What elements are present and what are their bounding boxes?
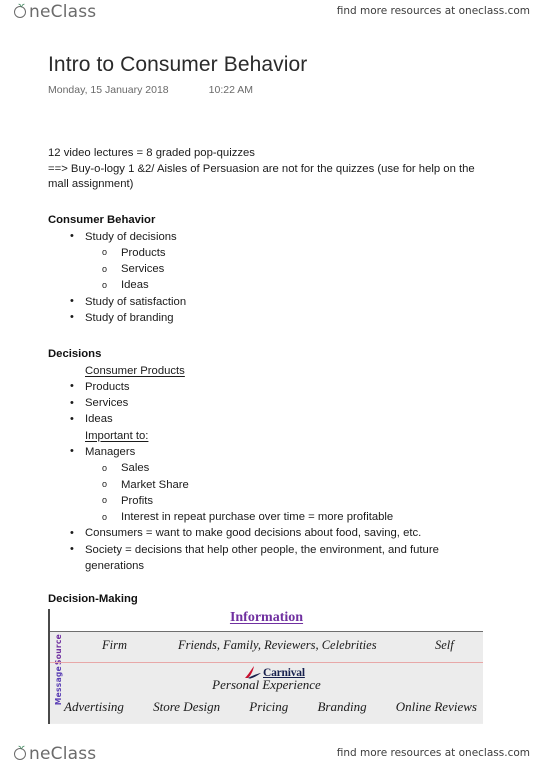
list-item: Interest in repeat purchase over time = … — [85, 509, 496, 526]
bullet-list: Study of decisions Products Services Ide… — [48, 228, 496, 327]
sub-bullet-list: Sales Market Share Profits Interest in r… — [85, 460, 496, 525]
list-lead-label: Consumer Products — [48, 363, 496, 379]
section-heading: Decisions — [48, 348, 102, 360]
section-heading: Consumer Behavior — [48, 214, 156, 226]
list-item: Profits — [85, 492, 496, 509]
list-item: Services — [85, 261, 496, 278]
decision-making-diagram: Information Source Message Firm Friends,… — [48, 609, 483, 724]
diagram-header-label: Information — [229, 610, 304, 625]
header-tagline: find more resources at oneclass.com — [336, 5, 530, 17]
list-lead-label-2: Important to: — [48, 428, 496, 444]
page-footer: neClass find more resources at oneclass.… — [0, 736, 544, 766]
intro-line-2: ==> Buy-o-logy 1 &2/ Aisles of Persuasio… — [48, 162, 475, 191]
note-meta: Monday, 15 January 2018 10:22 AM — [48, 84, 496, 96]
page-header: neClass find more resources at oneclass.… — [0, 0, 544, 30]
personal-experience-label: Personal Experience — [212, 677, 321, 692]
list-item: Products — [48, 378, 496, 395]
underlined-text: Consumer Products — [85, 364, 185, 377]
list-item: Ideas — [85, 277, 496, 294]
list-item: Ideas — [48, 411, 496, 428]
note-body: Intro to Consumer Behavior Monday, 15 Ja… — [48, 52, 496, 605]
section-decision-making: Decision-Making — [48, 592, 496, 608]
leaf-icon — [18, 3, 25, 8]
intro-block: 12 video lectures = 8 graded pop-quizzes… — [48, 146, 496, 193]
diagram-body: Source Message Firm Friends, Family, Rev… — [50, 632, 483, 723]
oneclass-logo: neClass — [14, 2, 96, 22]
diagram-channels-row: Advertising Store Design Pricing Brandin… — [50, 699, 483, 715]
logo-wordmark: neClass — [29, 744, 97, 764]
source-cell-self: Self — [435, 638, 454, 652]
channel-item: Branding — [317, 699, 367, 714]
oneclass-logo-footer: neClass — [14, 744, 96, 764]
list-item: Study of decisions Products Services Ide… — [48, 228, 496, 294]
channel-item: Advertising — [64, 699, 124, 714]
logo-o-glyph — [14, 2, 28, 22]
list-item: Society = decisions that help other peop… — [48, 541, 496, 575]
source-cell-firm: Firm — [102, 638, 127, 652]
diagram-row-source: Firm Friends, Family, Reviewers, Celebri… — [50, 632, 483, 663]
intro-line-1: 12 video lectures = 8 graded pop-quizzes — [48, 147, 255, 159]
channel-item: Pricing — [249, 699, 289, 714]
sub-bullet-list: Products Services Ideas — [85, 244, 496, 294]
channel-item: Store Design — [153, 699, 221, 714]
section-consumer-behavior: Consumer Behavior Study of decisions Pro… — [48, 213, 496, 326]
document-page: neClass find more resources at oneclass.… — [0, 0, 544, 770]
note-time: 10:22 AM — [208, 84, 254, 96]
list-item: Products — [85, 244, 496, 261]
list-item: Sales — [85, 460, 496, 477]
bullet-list: Consumer Products Products Services Idea… — [48, 363, 496, 575]
channel-item: Online Reviews — [395, 699, 477, 714]
note-date: Monday, 15 January 2018 — [48, 84, 169, 96]
footer-tagline: find more resources at oneclass.com — [336, 747, 530, 759]
logo-o-glyph — [14, 744, 28, 764]
diagram-row-message: Carnival Personal Experience Advertising… — [50, 663, 483, 723]
underlined-text: Important to: — [85, 429, 149, 442]
list-item: Study of satisfaction — [48, 293, 496, 310]
page-title: Intro to Consumer Behavior — [48, 53, 308, 76]
section-heading: Decision-Making — [48, 593, 138, 605]
section-decisions: Decisions Consumer Products Products Ser… — [48, 347, 496, 574]
list-item: Market Share — [85, 476, 496, 493]
list-item: Managers Sales Market Share Profits Inte… — [48, 443, 496, 525]
source-cell-friends: Friends, Family, Reviewers, Celebrities — [178, 638, 377, 652]
diagram-header-row: Information — [50, 609, 483, 632]
leaf-icon — [18, 745, 25, 750]
list-item-label: Study of decisions — [85, 230, 177, 243]
list-item: Services — [48, 395, 496, 412]
list-item: Consumers = want to make good decisions … — [48, 525, 496, 542]
list-item-label: Managers — [85, 445, 136, 458]
logo-wordmark: neClass — [29, 2, 97, 22]
list-item: Study of branding — [48, 309, 496, 326]
